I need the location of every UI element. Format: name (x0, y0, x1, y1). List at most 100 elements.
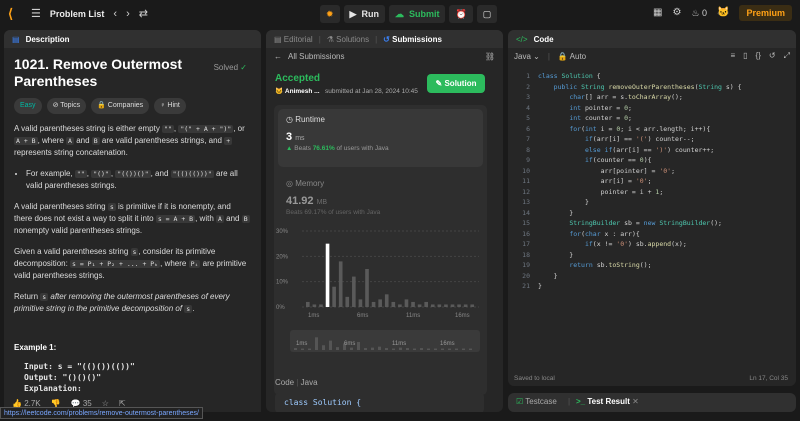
chart-bar[interactable] (424, 301, 429, 307)
description-tab-bar: ▤ Description (4, 30, 261, 48)
tab-test-result-label: Test Result (587, 397, 630, 406)
language-select[interactable]: Java ⌄ (514, 52, 540, 61)
chart-bar[interactable] (398, 304, 402, 307)
code-line[interactable]: arr[i] = '0'; (538, 177, 652, 185)
code-line[interactable]: StringBuilder sb = new StringBuilder(); (538, 219, 722, 227)
chart-bar[interactable] (365, 269, 369, 307)
companies-tag[interactable]: 🔒 Companies (91, 98, 150, 114)
chart-bar[interactable] (404, 299, 409, 307)
code-line[interactable]: } (538, 209, 573, 217)
close-tab-icon[interactable]: ✕ (632, 397, 639, 406)
code-editor[interactable]: 1 class Solution {2 public String removeO… (508, 68, 796, 308)
link-icon[interactable]: ⛓ (485, 52, 495, 61)
submit-button[interactable]: ☁ Submit (388, 5, 446, 23)
trophy-icon: ▲ (286, 145, 293, 152)
chart-bar[interactable] (325, 243, 330, 307)
tab-description[interactable]: Description (26, 35, 70, 44)
line-number: 14 (522, 208, 530, 217)
topics-tag[interactable]: ⊘ Topics (46, 98, 87, 114)
chart-bar[interactable] (312, 304, 317, 307)
code-line[interactable]: char[] arr = s.toCharArray(); (538, 93, 683, 101)
chart-bar[interactable] (430, 304, 435, 307)
chart-bar[interactable] (417, 304, 422, 307)
code-line[interactable]: for(char x : arr){ (538, 230, 639, 238)
tab-testcase[interactable]: ☑ Testcase (516, 397, 557, 406)
solution-label: Solution (444, 79, 477, 88)
all-submissions-link[interactable]: All Submissions (288, 52, 344, 61)
code-line[interactable]: } (538, 198, 589, 206)
shuffle-icon[interactable]: ⇄ (139, 7, 148, 21)
chart-bar[interactable] (450, 304, 455, 307)
braces-icon[interactable]: {} (756, 51, 761, 61)
code-line[interactable]: else if(arr[i] == ')') counter++; (538, 146, 714, 154)
author-name[interactable]: Animesh ... (285, 88, 320, 95)
runtime-card[interactable]: ◷ Runtime 3 ms ▲ Beats 76.61% of users w… (278, 109, 483, 167)
autocomplete-toggle[interactable]: 🔒 Auto (558, 52, 586, 61)
chart-bar[interactable] (306, 301, 310, 307)
alarm-button[interactable]: ⏰ (449, 5, 473, 23)
chart-bar[interactable] (338, 261, 343, 307)
submissions-tab-bar: ▤ Editorial | ⚗ Solutions | ↺ Submissions (266, 30, 503, 48)
notes-button[interactable]: ▢ (476, 5, 498, 23)
tab-editorial[interactable]: ▤ Editorial (274, 35, 313, 44)
memory-card[interactable]: ◎ Memory 41.92 MB Beats 69.17% of users … (286, 179, 380, 216)
fullscreen-icon[interactable]: ⤢ (784, 51, 790, 61)
code-line[interactable]: class Solution { (538, 72, 601, 80)
format-icon[interactable]: ≡ (730, 51, 735, 61)
chart-bar[interactable] (470, 304, 475, 307)
chart-bar[interactable] (352, 276, 356, 307)
leetcode-logo-icon[interactable]: ⟨ (8, 6, 22, 22)
settings-icon[interactable]: ⚙ (672, 6, 681, 20)
problem-list-link[interactable]: Problem List (50, 9, 105, 19)
chart-bar[interactable] (371, 301, 376, 307)
bookmark-icon[interactable]: ▯ (743, 51, 747, 61)
code-line[interactable]: if(x != '0') sb.append(x); (538, 240, 687, 248)
streak-fire-icon[interactable]: ♨ 0 (691, 6, 707, 20)
code-line[interactable]: int counter = 0; (538, 114, 632, 122)
prev-problem-icon[interactable]: ‹ (113, 7, 117, 21)
hint-tag[interactable]: ♀ Hint (154, 98, 186, 114)
chart-bar[interactable] (384, 294, 389, 307)
solution-button[interactable]: ✎ Solution (427, 74, 485, 93)
run-button[interactable]: ▶ Run (343, 5, 385, 23)
solved-label: Solved (213, 63, 239, 72)
code-line[interactable]: pointer = i + 1; (538, 188, 664, 196)
reset-icon[interactable]: ↺ (769, 51, 776, 61)
tab-submissions[interactable]: ↺ Submissions (383, 35, 442, 44)
back-arrow-icon[interactable]: ← (274, 52, 282, 61)
chart-bar[interactable] (358, 299, 363, 307)
example-heading: Example 1: (14, 343, 57, 352)
tab-code[interactable]: Code (534, 35, 554, 44)
x-tick-label: 16ms (455, 313, 470, 319)
chart-bar[interactable] (332, 286, 336, 307)
code-line[interactable]: if(counter == 0){ (538, 156, 652, 164)
chart-bar[interactable] (437, 304, 442, 307)
code-line[interactable]: } (538, 272, 558, 280)
tab-test-result[interactable]: >_ Test Result ✕ (576, 397, 639, 406)
runtime-distribution-chart[interactable]: 30% 20% 10% 0% 1ms 6ms 11ms 16ms 1ms 6ms 11ms 16ms (274, 225, 487, 375)
chart-bar[interactable] (378, 299, 382, 307)
avatar[interactable]: 🐱 (717, 6, 729, 20)
chart-bar[interactable] (345, 296, 350, 307)
premium-button[interactable]: Premium (739, 5, 792, 21)
chart-bar[interactable] (411, 301, 415, 307)
code-line[interactable]: } (538, 282, 542, 290)
chart-bar[interactable] (457, 304, 461, 307)
code-line[interactable]: } (538, 251, 573, 259)
tab-solutions[interactable]: ⚗ Solutions (327, 35, 369, 44)
layout-icon[interactable]: ▦ (653, 6, 662, 20)
debug-button[interactable]: ✹ (320, 5, 340, 23)
chart-bar[interactable] (444, 304, 448, 307)
code-line[interactable]: return sb.toString(); (538, 261, 651, 269)
code-line[interactable]: public String removeOuterParentheses(Str… (538, 83, 742, 91)
list-icon[interactable]: ☰ (31, 7, 41, 21)
next-problem-icon[interactable]: › (126, 7, 130, 21)
difficulty-badge[interactable]: Easy (14, 98, 42, 114)
chart-bar[interactable] (391, 301, 396, 307)
chart-bar[interactable] (463, 304, 468, 307)
code-line[interactable]: int pointer = 0; (538, 104, 632, 112)
chart-bar[interactable] (319, 304, 323, 307)
code-line[interactable]: for(int i = 0; i < arr.length; i++){ (538, 125, 710, 133)
code-line[interactable]: if(arr[i] == '(') counter--; (538, 135, 695, 143)
code-line[interactable]: arr[pointer] = '0'; (538, 167, 675, 175)
